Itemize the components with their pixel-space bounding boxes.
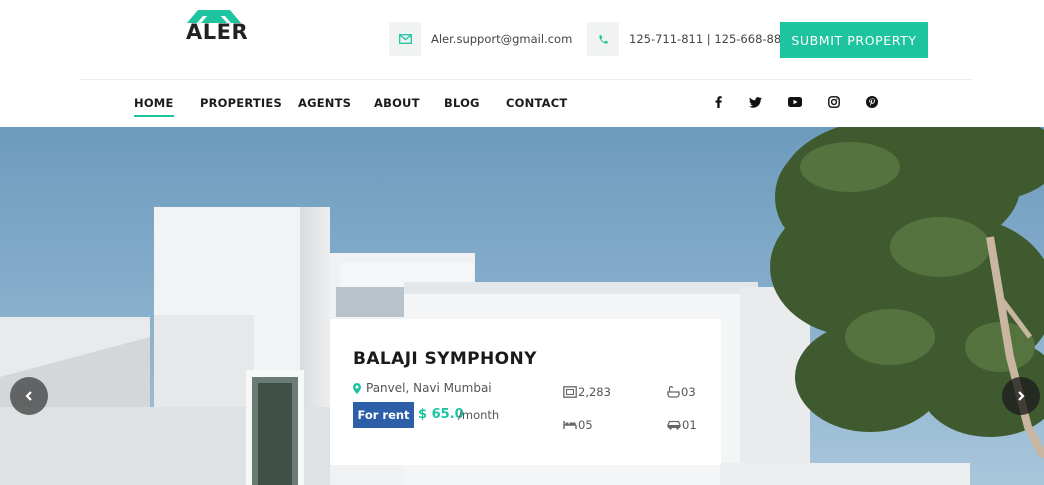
main-nav: HOME PROPERTIES AGENTS ABOUT BLOG CONTAC… (0, 80, 1044, 127)
map-pin-icon (353, 382, 361, 394)
property-location: Panvel, Navi Mumbai (353, 381, 492, 395)
car-icon (667, 420, 681, 430)
nav-blog[interactable]: BLOG (444, 96, 480, 110)
bathrooms-value: 03 (681, 385, 696, 399)
envelope-icon (389, 22, 421, 56)
pinterest-icon[interactable] (863, 93, 881, 111)
chevron-right-icon (1018, 391, 1025, 401)
facebook-icon[interactable] (709, 93, 727, 111)
area-icon (563, 386, 577, 398)
submit-property-button[interactable]: SUBMIT PROPERTY (780, 22, 928, 58)
feature-bedrooms: 05 (563, 418, 593, 432)
chevron-left-icon (25, 391, 32, 401)
bedrooms-value: 05 (578, 418, 593, 432)
logo[interactable]: ALER (186, 10, 249, 46)
bathtub-icon (667, 386, 680, 398)
phone-icon (587, 22, 619, 56)
email-contact[interactable]: Aler.support@gmail.com (389, 22, 572, 56)
property-card[interactable]: BALAJI SYMPHONY Panvel, Navi Mumbai For … (330, 319, 721, 465)
bed-icon (563, 421, 577, 429)
phone-contact[interactable]: 125-711-811 | 125-668-886 (587, 22, 788, 56)
twitter-icon[interactable] (746, 93, 764, 111)
location-text: Panvel, Navi Mumbai (366, 381, 492, 395)
area-value: 2,283 (578, 385, 611, 399)
property-title[interactable]: BALAJI SYMPHONY (353, 349, 537, 369)
feature-bathrooms: 03 (667, 385, 696, 399)
nav-contact[interactable]: CONTACT (506, 96, 567, 110)
nav-agents[interactable]: AGENTS (298, 96, 351, 110)
prev-slide-button[interactable] (10, 377, 48, 415)
nav-properties[interactable]: PROPERTIES (200, 96, 282, 110)
top-header: ALER Aler.support@gmail.com 125-711-811 … (0, 0, 1044, 80)
price-period: /month (458, 408, 500, 422)
youtube-icon[interactable] (786, 93, 804, 111)
logo-text: ALER (186, 20, 249, 44)
instagram-icon[interactable] (825, 93, 843, 111)
phone-text: 125-711-811 | 125-668-886 (629, 32, 789, 46)
email-text: Aler.support@gmail.com (431, 32, 573, 46)
next-slide-button[interactable] (1002, 377, 1040, 415)
feature-garages: 01 (667, 418, 697, 432)
property-price: $ 65.0 (418, 407, 464, 422)
status-badge: For rent (353, 402, 414, 428)
feature-area: 2,283 (563, 385, 611, 399)
garages-value: 01 (682, 418, 697, 432)
nav-about[interactable]: ABOUT (374, 96, 420, 110)
nav-home[interactable]: HOME (134, 96, 174, 117)
